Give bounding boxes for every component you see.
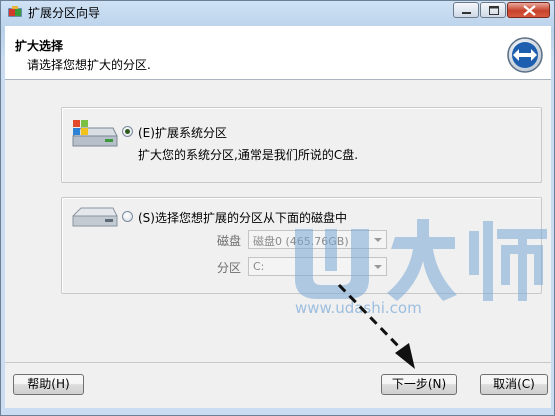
option-other-partition-label[interactable]: (S)选择您想扩展的分区从下面的磁盘中 bbox=[138, 209, 347, 226]
disk-label: 磁盘 bbox=[217, 234, 242, 248]
close-button[interactable] bbox=[507, 2, 550, 18]
option-system-partition-group bbox=[61, 107, 542, 183]
partition-label: 分区 bbox=[217, 261, 242, 275]
chevron-down-icon bbox=[374, 265, 382, 269]
wizard-window: 扩展分区向导 扩大选择 请选择您想扩大的分区. (E)扩展系统分区 扩大您的系统… bbox=[0, 0, 555, 416]
window-title: 扩展分区向导 bbox=[28, 6, 101, 20]
option-system-partition-radio[interactable] bbox=[122, 126, 133, 137]
close-icon bbox=[523, 5, 536, 16]
minimize-button[interactable] bbox=[453, 2, 479, 18]
page-subtitle: 请选择您想扩大的分区. bbox=[27, 58, 151, 72]
wizard-body: (E)扩展系统分区 扩大您的系统分区,通常是我们所说的C盘. (S)选择您想扩展… bbox=[5, 80, 551, 362]
maximize-icon bbox=[489, 6, 499, 15]
disk-select[interactable]: 磁盘0 (465.76GB) bbox=[248, 230, 387, 249]
cancel-button[interactable]: 取消(C) bbox=[480, 374, 548, 395]
option-system-partition-description: 扩大您的系统分区,通常是我们所说的C盘. bbox=[138, 148, 359, 162]
option-other-partition-radio[interactable] bbox=[122, 211, 133, 222]
system-drive-icon bbox=[72, 120, 118, 147]
partition-select[interactable]: C: bbox=[248, 257, 387, 276]
disk-select-value: 磁盘0 (465.76GB) bbox=[253, 235, 349, 248]
app-icon bbox=[8, 6, 22, 17]
page-title: 扩大选择 bbox=[15, 39, 64, 53]
button-bar: 帮助(H) 下一步(N) 取消(C) bbox=[5, 362, 551, 408]
maximize-button[interactable] bbox=[480, 2, 506, 18]
option-system-partition-label[interactable]: (E)扩展系统分区 bbox=[138, 124, 227, 141]
partition-select-value: C: bbox=[253, 260, 265, 273]
title-bar[interactable]: 扩展分区向导 bbox=[1, 1, 554, 23]
next-button[interactable]: 下一步(N) bbox=[381, 374, 457, 395]
chevron-down-icon bbox=[374, 238, 382, 242]
help-button[interactable]: 帮助(H) bbox=[13, 374, 84, 395]
disk-drive-icon bbox=[72, 207, 118, 227]
resize-arrows-icon bbox=[507, 37, 543, 73]
wizard-header: 扩大选择 请选择您想扩大的分区. bbox=[5, 26, 551, 80]
minimize-icon bbox=[462, 12, 471, 14]
